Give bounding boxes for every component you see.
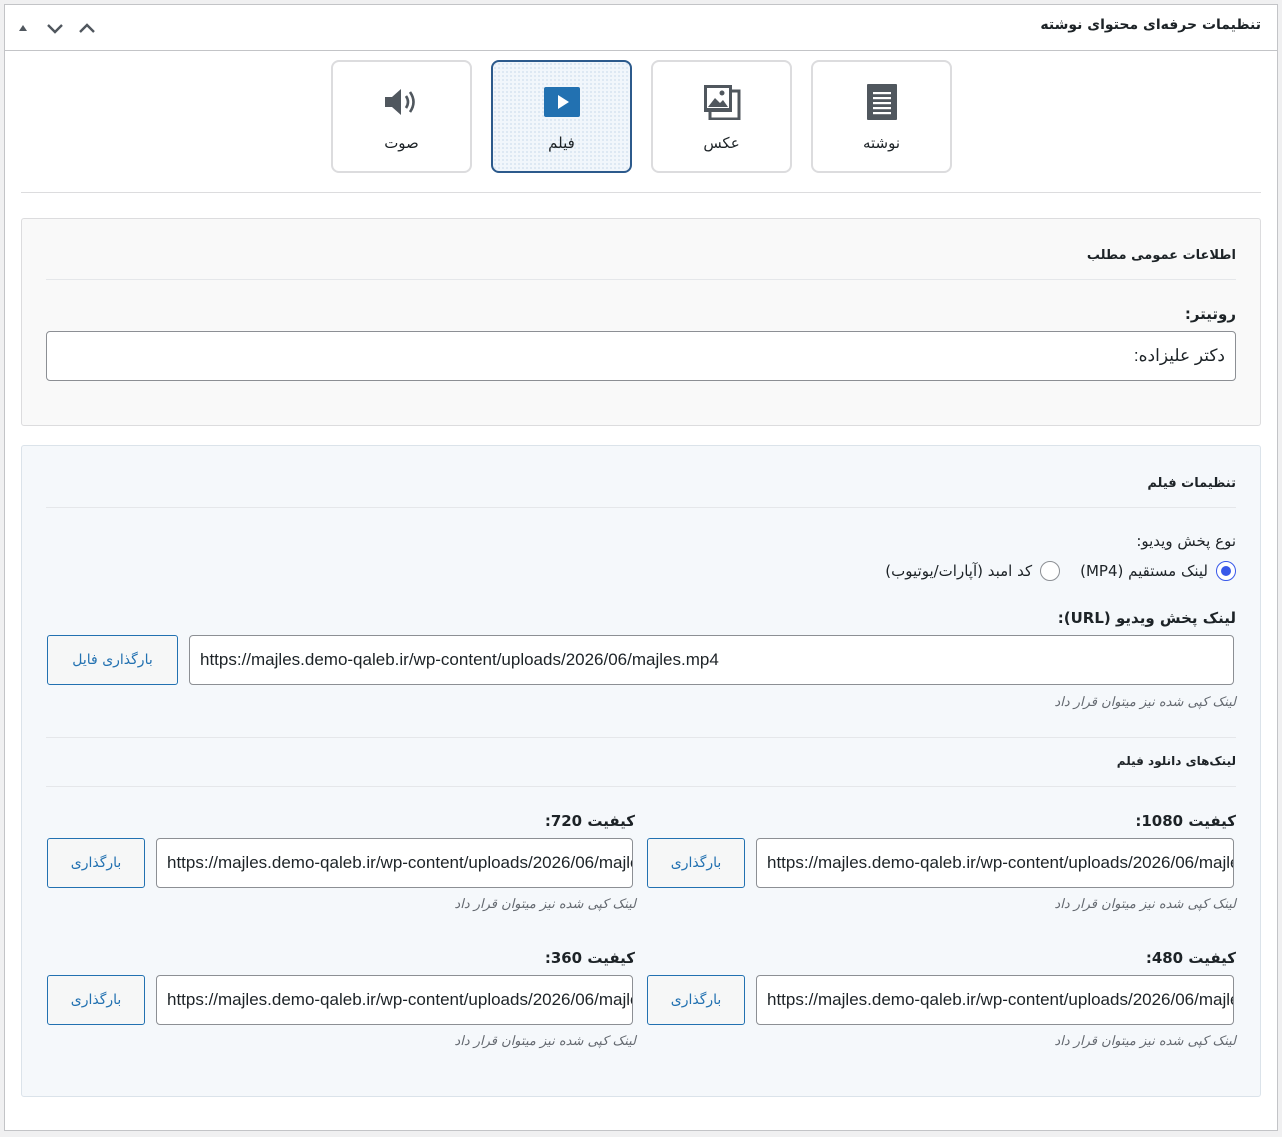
tab-audio[interactable]: صوت bbox=[331, 60, 472, 173]
quality-1080-input[interactable]: https://majles.demo-qaleb.ir/wp-content/… bbox=[756, 838, 1234, 888]
divider bbox=[46, 737, 1236, 738]
divider bbox=[46, 507, 1236, 508]
quality-480-upload-button[interactable]: بارگذاری bbox=[647, 975, 745, 1025]
film-settings-title: تنظیمات فیلم bbox=[1147, 476, 1236, 491]
radio-embed-label: کد امبد (آپارات/یوتیوب) bbox=[885, 562, 1033, 580]
quality-360-input[interactable]: https://majles.demo-qaleb.ir/wp-content/… bbox=[156, 975, 633, 1025]
radio-embed[interactable] bbox=[1040, 561, 1061, 581]
quality-720-upload-button[interactable]: بارگذاری bbox=[47, 838, 145, 888]
quality-480-input[interactable]: https://majles.demo-qaleb.ir/wp-content/… bbox=[756, 975, 1234, 1025]
quality-360-hint: لینک کپی شده نیز میتوان قرار داد bbox=[454, 1034, 636, 1049]
video-url-input[interactable]: https://majles.demo-qaleb.ir/wp-content/… bbox=[189, 635, 1234, 685]
tab-video[interactable]: فیلم bbox=[491, 60, 632, 173]
quality-720-input[interactable]: https://majles.demo-qaleb.ir/wp-content/… bbox=[156, 838, 633, 888]
quality-480-hint: لینک کپی شده نیز میتوان قرار داد bbox=[1054, 1034, 1236, 1049]
general-info-panel: اطلاعات عمومی مطلب روتیتر: دکتر علیزاده: bbox=[21, 218, 1261, 426]
radio-option-direct[interactable]: لینک مستقیم (MP4) bbox=[1080, 561, 1236, 581]
download-links-title: لینک‌های دانلود فیلم bbox=[1116, 754, 1236, 768]
metabox: تنظیمات حرفه‌ای محتوای نوشته نوشته bbox=[4, 4, 1278, 1131]
quality-1080-hint: لینک کپی شده نیز میتوان قرار داد bbox=[1054, 897, 1236, 912]
document-icon bbox=[813, 82, 950, 122]
tab-gallery-label: عکس bbox=[703, 134, 740, 152]
quality-1080-upload-button[interactable]: بارگذاری bbox=[647, 838, 745, 888]
chevron-up-icon[interactable] bbox=[75, 15, 99, 41]
url-hint: لینک کپی شده نیز میتوان قرار داد bbox=[1054, 695, 1236, 710]
rotitr-label: روتیتر: bbox=[1184, 305, 1236, 323]
divider bbox=[46, 786, 1236, 787]
radio-direct-label: لینک مستقیم (MP4) bbox=[1080, 562, 1208, 580]
content-type-tabs: نوشته عکس فیلم صوت bbox=[5, 60, 1277, 174]
tab-post[interactable]: نوشته bbox=[811, 60, 952, 173]
upload-file-button[interactable]: بارگذاری فایل bbox=[47, 635, 178, 685]
player-type-label: نوع پخش ویدیو: bbox=[1136, 532, 1236, 550]
general-info-title: اطلاعات عمومی مطلب bbox=[1086, 248, 1236, 263]
film-settings-panel: تنظیمات فیلم نوع پخش ویدیو: لینک مستقیم … bbox=[21, 445, 1261, 1097]
video-icon bbox=[493, 82, 630, 122]
quality-720-label: کیفیت 720: bbox=[544, 812, 635, 830]
tab-gallery[interactable]: عکس bbox=[651, 60, 792, 173]
quality-360-upload-button[interactable]: بارگذاری bbox=[47, 975, 145, 1025]
quality-1080-label: کیفیت 1080: bbox=[1135, 812, 1236, 830]
quality-480-label: کیفیت 480: bbox=[1145, 949, 1236, 967]
divider bbox=[46, 279, 1236, 280]
radio-option-embed[interactable]: کد امبد (آپارات/یوتیوب) bbox=[885, 561, 1061, 581]
chevron-down-icon[interactable] bbox=[43, 15, 67, 41]
move-up-arrow-icon[interactable] bbox=[11, 15, 35, 41]
rotitr-input[interactable]: دکتر علیزاده: bbox=[46, 331, 1236, 381]
tabs-divider bbox=[21, 192, 1261, 193]
quality-360-label: کیفیت 360: bbox=[544, 949, 635, 967]
metabox-header: تنظیمات حرفه‌ای محتوای نوشته bbox=[5, 5, 1277, 51]
video-url-label: لینک پخش ویدیو (URL): bbox=[1057, 609, 1236, 627]
quality-720-hint: لینک کپی شده نیز میتوان قرار داد bbox=[454, 897, 636, 912]
radio-direct[interactable] bbox=[1216, 561, 1236, 581]
metabox-title: تنظیمات حرفه‌ای محتوای نوشته bbox=[1040, 17, 1261, 33]
speaker-icon bbox=[333, 82, 470, 122]
tab-video-label: فیلم bbox=[548, 134, 575, 152]
tab-audio-label: صوت bbox=[384, 134, 419, 152]
player-type-radio-group: لینک مستقیم (MP4) کد امبد (آپارات/یوتیوب… bbox=[871, 560, 1236, 582]
gallery-icon bbox=[653, 82, 790, 122]
tab-post-label: نوشته bbox=[862, 134, 901, 152]
